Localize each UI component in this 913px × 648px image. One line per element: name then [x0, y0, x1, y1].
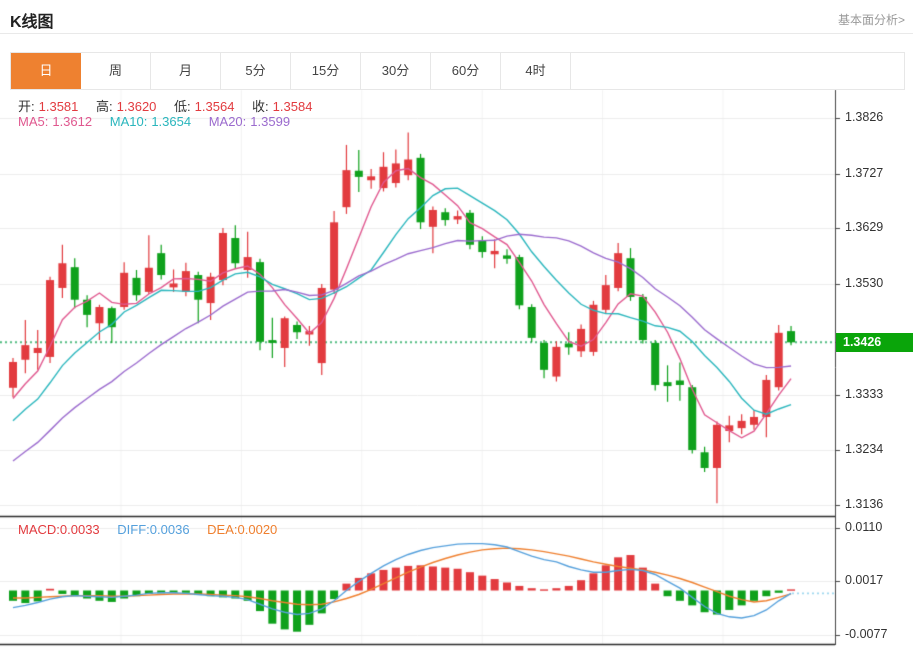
tab-周[interactable]: 周: [81, 53, 151, 89]
low-value: 1.3564: [195, 99, 235, 114]
interval-tabbar: 日周月5分15分30分60分4时: [10, 52, 905, 90]
ma20-label: MA20:: [209, 114, 247, 129]
tab-日[interactable]: 日: [11, 53, 81, 89]
price-axis-label: 1.3826: [845, 110, 883, 124]
tab-4时[interactable]: 4时: [501, 53, 571, 89]
ma5-label: MA5:: [18, 114, 48, 129]
open-value: 1.3581: [39, 99, 79, 114]
page-title: K线图: [0, 0, 913, 32]
tab-30分[interactable]: 30分: [361, 53, 431, 89]
high-value: 1.3620: [117, 99, 157, 114]
ma10-value: 1.3654: [151, 114, 191, 129]
diff-label: DIFF:: [117, 522, 150, 537]
open-label: 开:: [18, 99, 35, 114]
high-label: 高:: [96, 99, 113, 114]
macd-value: 0.0033: [60, 522, 100, 537]
price-axis-label: 1.3234: [845, 442, 883, 456]
macd-axis-label: -0.0077: [845, 627, 887, 641]
price-axis-label: 1.3333: [845, 387, 883, 401]
tab-15分[interactable]: 15分: [291, 53, 361, 89]
price-axis-label: 1.3136: [845, 497, 883, 511]
macd-axis-label: 0.0110: [845, 520, 882, 534]
close-label: 收:: [252, 99, 269, 114]
tab-月[interactable]: 月: [151, 53, 221, 89]
low-label: 低:: [174, 99, 191, 114]
close-value: 1.3584: [273, 99, 313, 114]
diff-value: 0.0036: [150, 522, 190, 537]
ma20-value: 1.3599: [250, 114, 290, 129]
dea-value: 0.0020: [238, 522, 278, 537]
tab-5分[interactable]: 5分: [221, 53, 291, 89]
page-header: K线图 基本面分析>: [0, 0, 913, 34]
price-axis-label: 1.3727: [845, 166, 883, 180]
price-axis-label: 1.3530: [845, 276, 883, 290]
ohlc-legend: 开: 1.3581 高: 1.3620 低: 1.3564 收: 1.3584: [18, 96, 316, 115]
fundamental-analysis-link[interactable]: 基本面分析>: [838, 11, 905, 28]
ma5-value: 1.3612: [52, 114, 92, 129]
price-axis-label: 1.3629: [845, 220, 883, 234]
macd-legend: MACD:0.0033 DIFF:0.0036 DEA:0.0020: [18, 522, 281, 537]
ma-legend: MA5: 1.3612 MA10:1.3654 MA20:1.3599: [18, 114, 294, 129]
dea-label: DEA:: [207, 522, 237, 537]
tab-60分[interactable]: 60分: [431, 53, 501, 89]
macd-label: MACD:: [18, 522, 60, 537]
macd-axis-label: 0.0017: [845, 573, 883, 587]
current-price-tag: 1.3426: [836, 333, 913, 352]
ma10-label: MA10:: [110, 114, 148, 129]
